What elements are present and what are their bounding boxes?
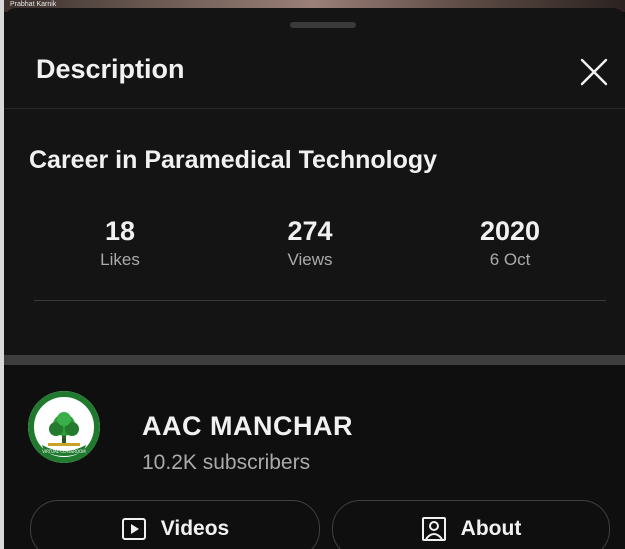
- play-box-icon: [121, 518, 146, 540]
- likes-stat: 18 Likes: [60, 214, 180, 272]
- person-box-icon: [421, 517, 446, 541]
- section-divider: [4, 355, 625, 365]
- channel-name[interactable]: AAC MANCHAR: [142, 411, 353, 442]
- description-panel: Description Career in Paramedical Techno…: [4, 8, 625, 549]
- drag-handle[interactable]: [290, 22, 356, 28]
- channel-avatar[interactable]: VIRTUAL CLASSROOM: [28, 391, 100, 463]
- views-stat: 274 Views: [250, 214, 370, 272]
- likes-count: 18: [104, 216, 136, 246]
- video-title: Career in Paramedical Technology: [29, 146, 438, 174]
- about-button[interactable]: About: [332, 500, 610, 549]
- channel-logo-icon: VIRTUAL CLASSROOM: [28, 391, 100, 463]
- views-label: Views: [287, 250, 333, 269]
- app-screen: Prabhat Karnik Description Career in Par…: [0, 0, 625, 549]
- about-button-label: About: [460, 517, 522, 540]
- close-icon: [580, 58, 608, 86]
- stats-divider: [34, 300, 606, 301]
- channel-section: VIRTUAL CLASSROOM AAC MANCHAR 10.2K subs…: [4, 365, 625, 549]
- publish-date: 6 Oct: [489, 250, 531, 269]
- likes-label: Likes: [100, 250, 140, 269]
- views-count: 274: [287, 216, 333, 246]
- videos-button-label: Videos: [160, 517, 230, 540]
- videos-button[interactable]: Videos: [30, 500, 320, 549]
- panel-title: Description: [36, 54, 185, 84]
- panel-header: Description: [4, 38, 625, 109]
- logo-text: VIRTUAL CLASSROOM: [42, 449, 86, 454]
- date-stat: 2020 6 Oct: [450, 214, 570, 272]
- close-button[interactable]: [578, 56, 610, 88]
- subscriber-count: 10.2K subscribers: [142, 451, 311, 474]
- publish-year: 2020: [479, 216, 541, 246]
